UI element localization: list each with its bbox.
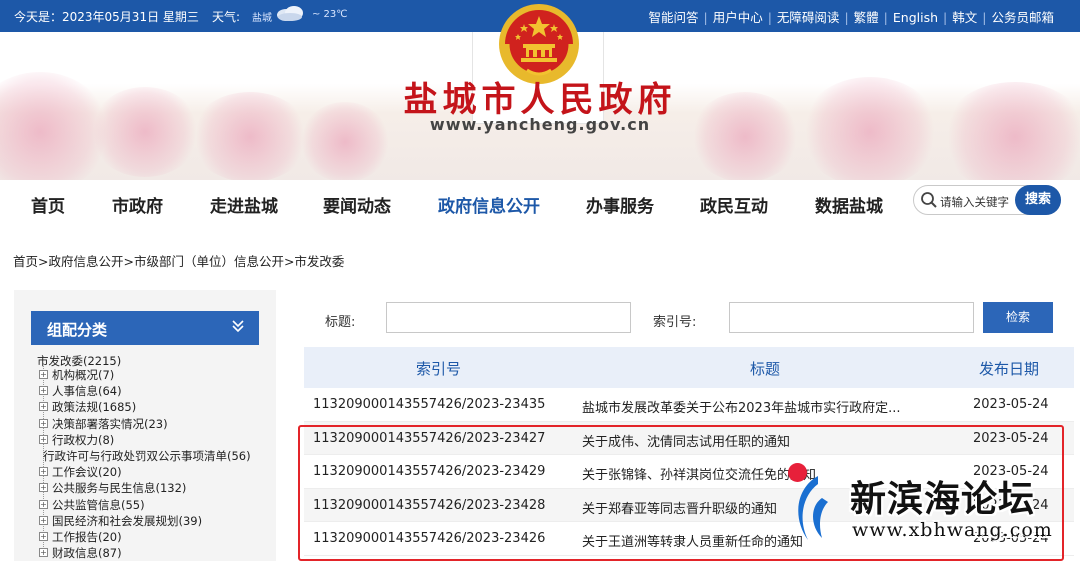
nav-home[interactable]: 首页: [31, 192, 65, 217]
watermark-logo-icon: [798, 476, 828, 540]
tree-item[interactable]: + 财政信息(87): [37, 545, 275, 561]
watermark-text: 新滨海论坛: [850, 479, 1036, 520]
filter-search-button[interactable]: 检索: [983, 302, 1053, 333]
tree-item[interactable]: + 决策部署落实情况(23): [37, 416, 275, 432]
expand-icon[interactable]: +: [39, 467, 48, 477]
tree-item[interactable]: + 工作报告(20): [37, 529, 275, 545]
nav-news[interactable]: 要闻动态: [323, 192, 391, 217]
table-header: 索引号 标题 发布日期: [304, 347, 1074, 388]
nav-government-info-disclosure[interactable]: 政府信息公开: [438, 192, 540, 217]
table-row[interactable]: 113209000143557426/2023-23435 盐城市发展改革委关于…: [304, 388, 1074, 422]
double-chevron-down-icon: [232, 320, 244, 333]
cloudy-weather-icon: [277, 6, 303, 21]
link-korean[interactable]: 韩文: [952, 10, 977, 25]
column-header-date: 发布日期: [979, 360, 1040, 378]
tree-item[interactable]: + 公共监管信息(55): [37, 497, 275, 513]
search-icon: [921, 192, 937, 208]
link-english[interactable]: English: [893, 10, 938, 25]
sidebar-heading[interactable]: 组配分类: [31, 311, 259, 345]
tree-item[interactable]: + 行政权力(8): [37, 432, 275, 448]
nav-services[interactable]: 办事服务: [586, 192, 654, 217]
tree-item[interactable]: +行政许可与行政处罚双公示事项清单(56): [37, 448, 275, 464]
row-date: 2023-05-24: [973, 397, 1049, 412]
tree-item[interactable]: + 人事信息(64): [37, 383, 275, 399]
breadcrumb[interactable]: 首页>政府信息公开>市级部门（单位）信息公开>市发改委: [13, 251, 344, 270]
title-filter-label: 标题:: [325, 315, 356, 330]
site-search: 请输入关键字 搜索: [913, 185, 1061, 215]
tree-item[interactable]: + 国民经济和社会发展规划(39): [37, 513, 275, 529]
red-dot-icon: [788, 463, 807, 482]
expand-icon[interactable]: +: [39, 370, 48, 379]
search-button[interactable]: 搜索: [1015, 185, 1061, 215]
watermark-url: www.xbhwang.com: [852, 519, 1053, 541]
tree-root[interactable]: 市发改委(2215): [37, 353, 275, 368]
sidebar-heading-label: 组配分类: [47, 321, 108, 339]
current-date: 今天是：2023年05月31日 星期三: [14, 10, 199, 24]
site-title[interactable]: 盐城市人民政府: [380, 72, 700, 121]
nav-data-yancheng[interactable]: 数据盐城: [815, 192, 883, 217]
expand-icon[interactable]: +: [39, 515, 48, 525]
tree-item[interactable]: + 政策法规(1685): [37, 399, 275, 415]
row-title-link[interactable]: 盐城市发展改革委关于公布2023年盐城市实行政府定...: [582, 397, 912, 416]
link-user-center[interactable]: 用户中心: [713, 10, 763, 25]
watermark: 新滨海论坛 www.xbhwang.com: [788, 462, 1080, 561]
link-traditional-chinese[interactable]: 繁體: [854, 10, 879, 25]
expand-icon[interactable]: +: [39, 386, 48, 396]
expand-icon[interactable]: +: [39, 499, 48, 509]
title-filter-input[interactable]: [386, 302, 631, 333]
nav-interaction[interactable]: 政民互动: [700, 192, 768, 217]
expand-icon[interactable]: +: [39, 531, 48, 541]
tree-item[interactable]: + 机构概况(7): [37, 367, 275, 383]
expand-icon[interactable]: +: [39, 548, 48, 558]
weather-label: 天气:: [212, 10, 241, 24]
link-smart-qa[interactable]: 智能问答: [648, 10, 698, 25]
weather-temperature: ~ 23℃: [312, 9, 348, 20]
category-sidebar: 组配分类 市发改委(2215) + 机构概况(7) + 人事信息(64) + 政策法规…: [14, 290, 276, 561]
index-filter-input[interactable]: [729, 302, 974, 333]
category-tree: 市发改委(2215) + 机构概况(7) + 人事信息(64) + 政策法规(1685…: [37, 353, 275, 561]
expand-icon[interactable]: +: [39, 483, 48, 493]
expand-icon[interactable]: +: [39, 434, 48, 444]
nav-city-government[interactable]: 市政府: [112, 192, 163, 217]
expand-icon[interactable]: +: [39, 418, 48, 428]
column-header-index: 索引号: [416, 360, 462, 378]
tree-item[interactable]: + 工作会议(20): [37, 464, 275, 480]
link-civil-servant-mail[interactable]: 公务员邮箱: [991, 10, 1054, 25]
weather-city: 盐城: [252, 13, 272, 24]
tree-item[interactable]: + 公共服务与民生信息(132): [37, 480, 275, 496]
expand-icon[interactable]: +: [39, 402, 48, 412]
search-input[interactable]: 请输入关键字: [940, 194, 1009, 210]
site-url: www.yancheng.gov.cn: [429, 115, 651, 134]
row-index: 113209000143557426/2023-23435: [313, 397, 546, 412]
index-filter-label: 索引号:: [653, 315, 697, 330]
utility-links: 智能问答 | 用户中心 | 无障碍阅读 | 繁體 | English | 韩文 | 公务员邮箱: [648, 10, 1054, 25]
nav-about-yancheng[interactable]: 走进盐城: [210, 192, 278, 217]
link-accessible-reading[interactable]: 无障碍阅读: [777, 10, 840, 25]
column-header-title: 标题: [750, 360, 781, 378]
